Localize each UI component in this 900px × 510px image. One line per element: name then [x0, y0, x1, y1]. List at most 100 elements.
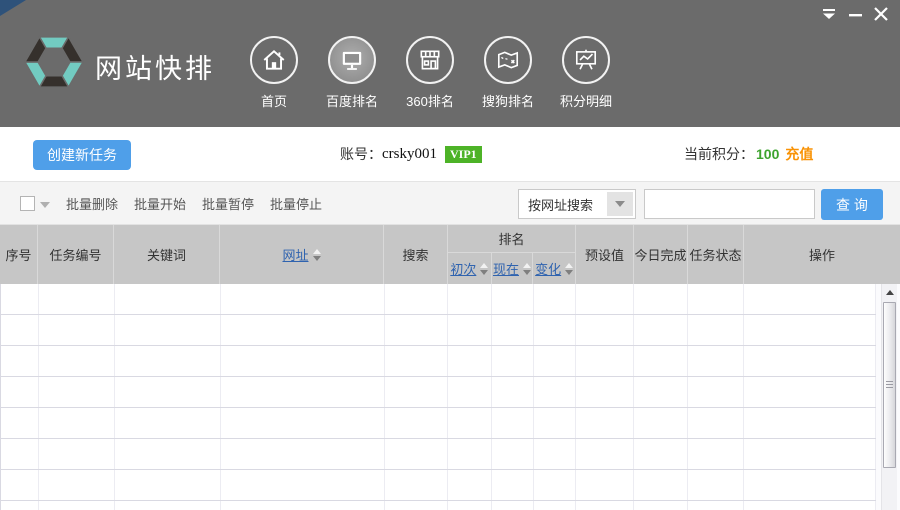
- recharge-link[interactable]: 充值: [785, 144, 813, 164]
- sort-rank-first-link[interactable]: 初次: [450, 259, 476, 278]
- search-input[interactable]: [644, 189, 815, 219]
- table-cell: [744, 470, 876, 500]
- table-row: [1, 470, 876, 501]
- sort-icon: [480, 263, 488, 275]
- sort-rank-now-link[interactable]: 现在: [493, 259, 519, 278]
- titlebar: 网站快排 首页: [0, 0, 900, 127]
- table-row: [1, 439, 876, 470]
- table-cell: [744, 439, 876, 469]
- table-cell: [534, 408, 576, 438]
- col-header-task-id: 任务编号: [38, 225, 114, 284]
- col-header-status: 任务状态: [688, 225, 744, 284]
- nav-label: 搜狗排名: [482, 91, 534, 110]
- table-cell: [448, 470, 492, 500]
- create-new-task-button[interactable]: 创建新任务: [33, 140, 131, 170]
- sort-rank-change-link[interactable]: 变化: [535, 259, 561, 278]
- table-cell: [39, 439, 115, 469]
- table-cell: [385, 501, 449, 510]
- table-cell: [115, 346, 221, 376]
- table-cell: [744, 408, 876, 438]
- table-cell: [39, 346, 115, 376]
- table-cell: [576, 284, 634, 314]
- table-cell: [634, 501, 688, 510]
- table-body-grid: [0, 284, 876, 510]
- table-cell: [221, 346, 385, 376]
- table-cell: [221, 284, 385, 314]
- query-button[interactable]: 查 询: [821, 189, 883, 220]
- table-cell: [534, 501, 576, 510]
- nav-item-sogou-rank[interactable]: 搜狗排名: [469, 36, 547, 110]
- sort-url-link[interactable]: 网址: [282, 245, 308, 264]
- scrollbar-up-button[interactable]: [882, 284, 898, 300]
- table-cell: [448, 315, 492, 345]
- table-cell: [115, 377, 221, 407]
- window-controls: [816, 4, 894, 24]
- scrollbar-thumb[interactable]: [883, 302, 896, 468]
- table-cell: [1, 284, 39, 314]
- table-row: [1, 284, 876, 315]
- table-cell: [492, 470, 534, 500]
- table-cell: [39, 470, 115, 500]
- map-icon: [484, 36, 532, 84]
- table-cell: [221, 315, 385, 345]
- table-cell: [534, 377, 576, 407]
- sort-icon: [523, 263, 531, 275]
- table-cell: [115, 470, 221, 500]
- table-cell: [688, 439, 744, 469]
- sort-icon: [565, 263, 573, 275]
- nav-item-baidu-rank[interactable]: 百度排名: [313, 36, 391, 110]
- table-cell: [576, 439, 634, 469]
- account-value: crsky001: [382, 146, 437, 163]
- table-cell: [744, 501, 876, 510]
- batch-start-button[interactable]: 批量开始: [134, 194, 186, 213]
- nav-label: 首页: [261, 91, 287, 110]
- points-value: 100: [756, 146, 779, 162]
- table-cell: [221, 501, 385, 510]
- home-icon: [250, 36, 298, 84]
- monitor-icon: [328, 36, 376, 84]
- collapse-to-tray-button[interactable]: [816, 4, 842, 24]
- nav-item-360-rank[interactable]: 360排名: [391, 36, 469, 110]
- table-cell: [385, 439, 449, 469]
- table-cell: [534, 315, 576, 345]
- search-type-select[interactable]: 按网址搜索: [518, 189, 636, 219]
- table-row: [1, 315, 876, 346]
- minimize-button[interactable]: [842, 4, 868, 24]
- table-cell: [688, 315, 744, 345]
- nav-item-points-detail[interactable]: 积分明细: [547, 36, 625, 110]
- account-bar: 创建新任务 账号： crsky001 VIP1 当前积分： 100 充值: [0, 127, 900, 182]
- table-cell: [115, 501, 221, 510]
- table-header: 序号 任务编号 关键词 网址 搜索 排名 初次 现在 变化: [0, 225, 900, 284]
- table-cell: [744, 346, 876, 376]
- table-cell: [39, 501, 115, 510]
- table-row: [1, 501, 876, 510]
- sort-icon: [313, 249, 321, 261]
- scrollbar-grip-icon: [886, 381, 893, 389]
- batch-stop-button[interactable]: 批量停止: [270, 194, 322, 213]
- table-cell: [688, 470, 744, 500]
- table-cell: [1, 315, 39, 345]
- table-cell: [39, 315, 115, 345]
- scrollbar[interactable]: [881, 284, 897, 510]
- nav-label: 百度排名: [326, 91, 378, 110]
- chevron-down-icon[interactable]: [607, 192, 633, 216]
- table-cell: [534, 284, 576, 314]
- close-button[interactable]: [868, 4, 894, 24]
- table-cell: [576, 470, 634, 500]
- table-cell: [744, 315, 876, 345]
- table-cell: [688, 501, 744, 510]
- table-cell: [492, 377, 534, 407]
- col-header-preset: 预设值: [576, 225, 634, 284]
- table-cell: [448, 284, 492, 314]
- app-window: 网站快排 首页: [0, 0, 900, 510]
- table-cell: [1, 470, 39, 500]
- batch-pause-button[interactable]: 批量暂停: [202, 194, 254, 213]
- batch-delete-button[interactable]: 批量删除: [66, 194, 118, 213]
- nav-item-home[interactable]: 首页: [235, 36, 313, 110]
- table-row: [1, 377, 876, 408]
- select-all-caret-icon[interactable]: [40, 202, 50, 208]
- table-cell: [576, 315, 634, 345]
- table-cell: [576, 408, 634, 438]
- select-all-checkbox[interactable]: [20, 196, 35, 211]
- table-cell: [385, 284, 449, 314]
